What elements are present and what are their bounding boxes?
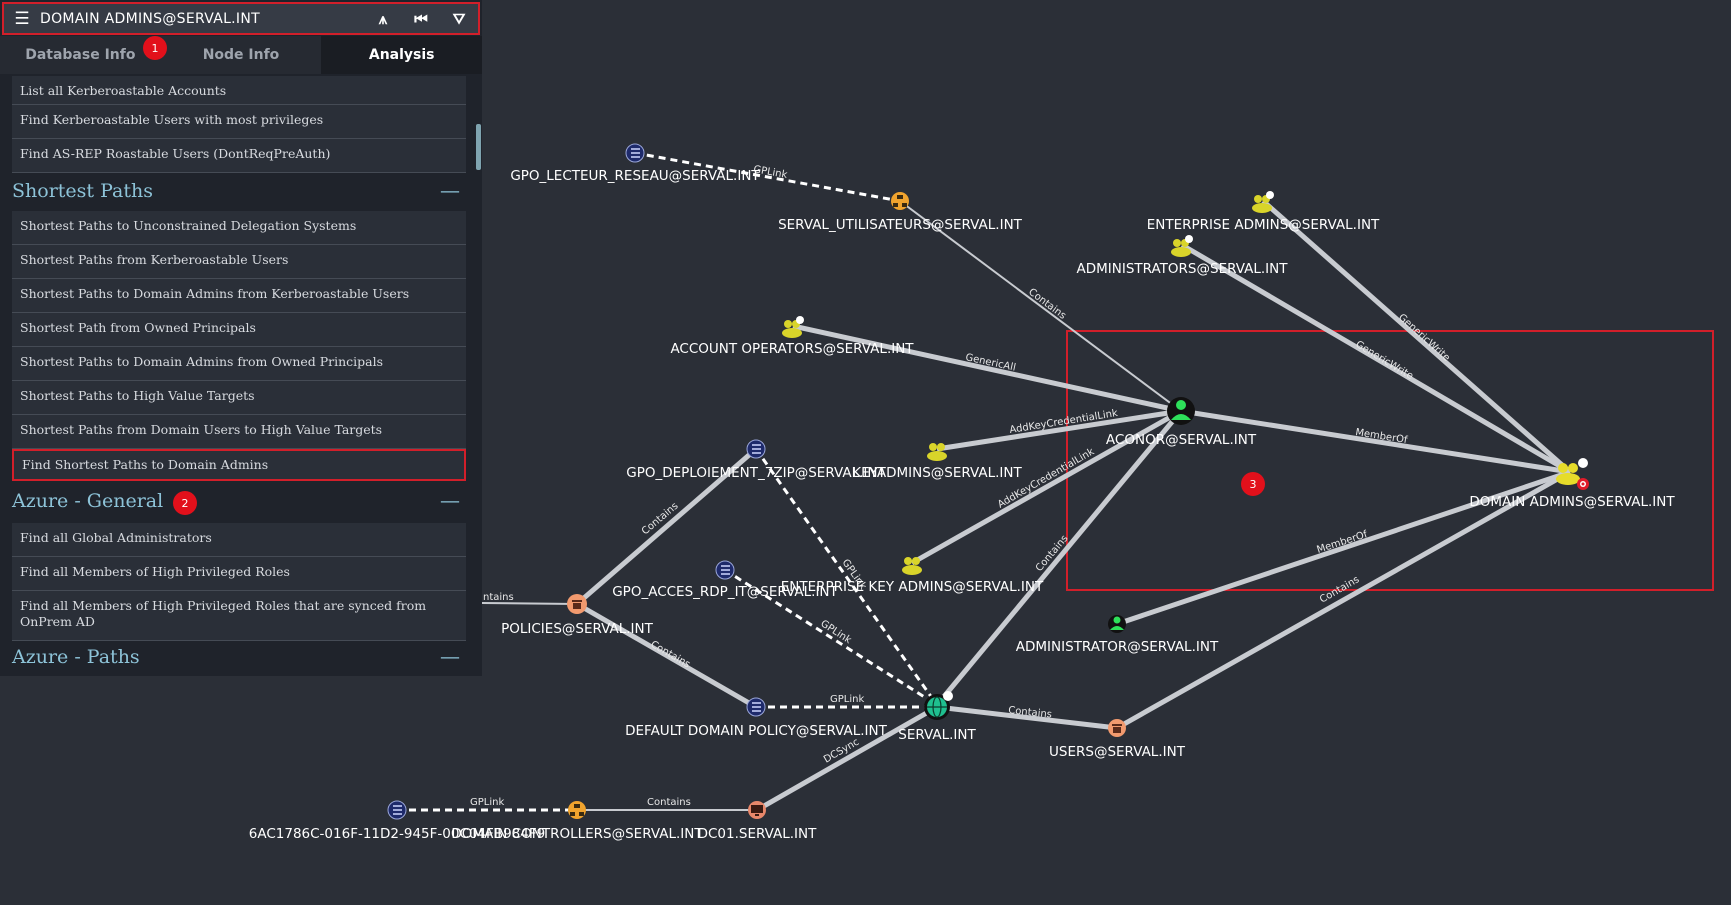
query-item[interactable]: Shortest Paths to Domain Admins from Ker…	[12, 279, 466, 313]
node-label: ACONOR@SERVAL.INT	[1106, 432, 1257, 448]
edge-label: Contains	[649, 639, 692, 670]
node-label: ADMINISTRATOR@SERVAL.INT	[1016, 639, 1219, 655]
tab-node-info[interactable]: Node Info	[161, 36, 322, 74]
globe-icon	[927, 696, 947, 718]
section-shortest-paths[interactable]: Shortest Paths —	[12, 178, 466, 202]
query-item[interactable]: Shortest Paths from Domain Users to High…	[12, 415, 466, 449]
edge-label: GPLink	[470, 797, 504, 808]
node-dc01[interactable]: DC01.SERVAL.INT	[698, 801, 818, 842]
node-users[interactable]: USERS@SERVAL.INT	[1049, 719, 1186, 760]
annotation-badge-1: 1	[143, 36, 167, 60]
node-administrators[interactable]: ADMINISTRATORS@SERVAL.INT	[1077, 235, 1289, 277]
search-input[interactable]: DOMAIN ADMINS@SERVAL.INT	[40, 11, 364, 27]
query-item[interactable]: Find Kerberoastable Users with most priv…	[12, 105, 466, 139]
search-bar[interactable]: ☰ DOMAIN ADMINS@SERVAL.INT ⩚ ⏮ ⛛	[2, 2, 480, 35]
diamond-icon	[1578, 458, 1588, 468]
section-azure-general[interactable]: Azure - General —	[12, 488, 466, 512]
query-item-selected[interactable]: Find Shortest Paths to Domain Admins	[12, 449, 466, 481]
query-item[interactable]: Find AS-REP Roastable Users (DontReqPreA…	[12, 139, 466, 173]
section-title: Azure - Paths	[12, 646, 140, 668]
tab-analysis[interactable]: Analysis	[321, 36, 483, 74]
node-label: GPO_DEPLOIEMENT_7ZIP@SERVAL.INT	[626, 465, 886, 481]
node-enterprise-admins[interactable]: ENTERPRISE ADMINS@SERVAL.INT	[1147, 191, 1380, 233]
query-item[interactable]: Shortest Paths to Unconstrained Delegati…	[12, 211, 466, 245]
node-serval-utilisateurs[interactable]: SERVAL_UTILISATEURS@SERVAL.INT	[778, 192, 1023, 233]
edge[interactable]	[481, 602, 578, 605]
node-label: USERS@SERVAL.INT	[1049, 744, 1186, 760]
node-label: SERVAL_UTILISATEURS@SERVAL.INT	[778, 217, 1023, 233]
collapse-icon[interactable]: —	[440, 488, 460, 512]
tab-database-info[interactable]: Database Info	[0, 36, 161, 74]
node-label: DOMAIN CONTROLLERS@SERVAL.INT	[451, 826, 703, 842]
back-icon[interactable]: ⏮	[402, 10, 440, 28]
pathfinding-icon[interactable]: ⩚	[364, 10, 402, 28]
box-icon	[572, 600, 582, 609]
node-label: DOMAIN ADMINS@SERVAL.INT	[1469, 494, 1675, 510]
diamond-icon	[796, 316, 804, 324]
node-administrator[interactable]: ADMINISTRATOR@SERVAL.INT	[1016, 615, 1219, 655]
scrollbar-thumb[interactable]	[476, 124, 481, 170]
diamond-icon	[943, 691, 953, 701]
edge[interactable]	[935, 409, 1183, 707]
node-serval-int[interactable]: SERVAL.INT	[898, 691, 976, 743]
query-item[interactable]: Find all Members of High Privileged Role…	[12, 591, 466, 641]
box-icon	[1112, 724, 1122, 733]
query-item[interactable]: List all Kerberoastable Accounts	[12, 76, 466, 105]
tab-bar: Database Info Node Info Analysis	[0, 36, 483, 74]
diamond-icon	[1266, 191, 1274, 199]
annotation-badge-2: 2	[173, 491, 197, 515]
node-gpo-deploiement[interactable]: GPO_DEPLOIEMENT_7ZIP@SERVAL.INT	[626, 439, 886, 481]
left-panel: ☰ DOMAIN ADMINS@SERVAL.INT ⩚ ⏮ ⛛ Databas…	[0, 0, 483, 676]
group-icon	[927, 443, 947, 461]
diamond-icon	[1185, 235, 1193, 243]
node-gpo-lecteur-reseau[interactable]: GPO_LECTEUR_RESEAU@SERVAL.INT	[510, 143, 760, 184]
node-domain-admins[interactable]: DOMAIN ADMINS@SERVAL.INT	[1469, 458, 1675, 510]
node-label: SERVAL.INT	[898, 727, 976, 743]
node-label: GPO_LECTEUR_RESEAU@SERVAL.INT	[510, 168, 760, 184]
group-icon	[902, 557, 922, 575]
edge-label: GPLink	[830, 694, 864, 705]
node-label: POLICIES@SERVAL.INT	[501, 621, 654, 637]
edge-label: GenericWrite	[1353, 339, 1415, 382]
filter-icon[interactable]: ⛛	[440, 10, 478, 28]
section-azure-paths[interactable]: Azure - Paths —	[12, 644, 466, 668]
edge-label: ntains	[483, 592, 514, 603]
node-label: DC01.SERVAL.INT	[698, 826, 818, 842]
edge-label: Contains	[1026, 287, 1068, 322]
edges: GPLink Contains GenericWrite GenericWrit…	[397, 151, 1572, 813]
query-item[interactable]: Shortest Path from Owned Principals	[12, 313, 466, 347]
edge[interactable]	[754, 448, 939, 706]
node-policies[interactable]: POLICIES@SERVAL.INT	[501, 594, 654, 637]
section-title: Shortest Paths	[12, 180, 153, 202]
menu-icon[interactable]: ☰	[4, 9, 40, 29]
query-item[interactable]: Shortest Paths from Kerberoastable Users	[12, 245, 466, 279]
collapse-icon[interactable]: —	[440, 178, 460, 202]
analysis-query-list[interactable]: List all Kerberoastable Accounts Find Ke…	[0, 76, 482, 676]
node-label: ACCOUNT OPERATORS@SERVAL.INT	[670, 341, 914, 357]
node-account-operators[interactable]: ACCOUNT OPERATORS@SERVAL.INT	[670, 316, 914, 357]
node-label: ADMINISTRATORS@SERVAL.INT	[1077, 261, 1289, 277]
node-label: GPO_ACCES_RDP_IT@SERVAL.INT	[612, 584, 838, 600]
collapse-icon[interactable]: —	[440, 644, 460, 668]
query-item[interactable]: Find all Global Administrators	[12, 523, 466, 557]
annotation-badge-3: 3	[1241, 472, 1265, 496]
node-label: DEFAULT DOMAIN POLICY@SERVAL.INT	[625, 723, 887, 739]
query-item[interactable]: Shortest Paths to High Value Targets	[12, 381, 466, 415]
edge-label: GenericWrite	[1396, 312, 1452, 364]
edge-label: Contains	[647, 797, 691, 808]
section-title: Azure - General	[12, 490, 164, 512]
query-item[interactable]: Find all Members of High Privileged Role…	[12, 557, 466, 591]
query-item[interactable]: Shortest Paths to Domain Admins from Own…	[12, 347, 466, 381]
node-label: ENTERPRISE ADMINS@SERVAL.INT	[1147, 217, 1380, 233]
node-aconor[interactable]: ACONOR@SERVAL.INT	[1106, 397, 1257, 448]
target-icon	[1577, 478, 1589, 490]
